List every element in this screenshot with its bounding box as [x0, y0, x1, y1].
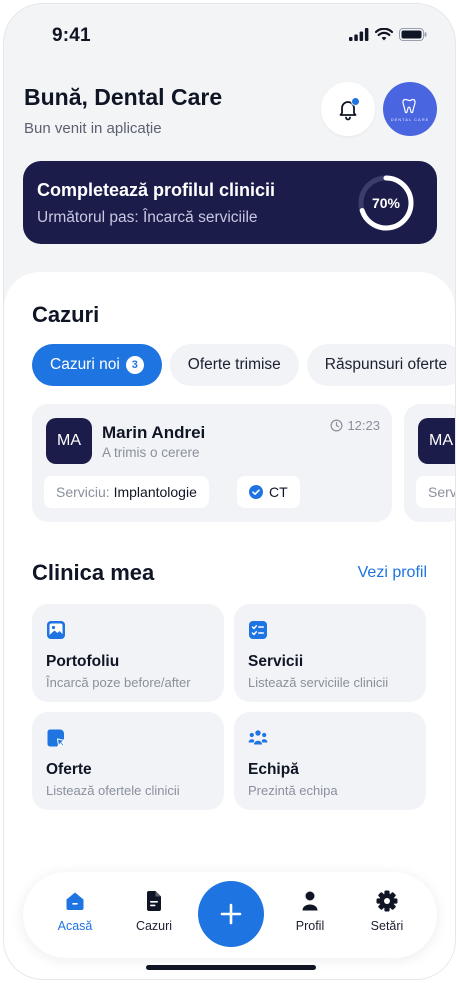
cellular-signal-icon	[349, 28, 369, 41]
tile-title: Echipă	[248, 761, 299, 778]
status-icons	[349, 28, 427, 41]
see-profile-link[interactable]: Vezi profil	[358, 564, 427, 582]
service-label: Serviciu:	[56, 484, 110, 500]
tile-subtitle: Încarcă poze before/after	[46, 675, 191, 690]
service-chip: Serv	[416, 476, 456, 508]
gear-icon	[376, 890, 398, 912]
tab-offer-replies[interactable]: Răspunsuri oferte	[306, 344, 455, 386]
clinic-section-title: Clinica mea	[32, 560, 155, 585]
tab-new-cases[interactable]: Cazuri noi 3	[32, 344, 162, 386]
progress-card-subtitle: Următorul pas: Încarcă serviciile	[37, 209, 258, 226]
cases-tabs: Cazuri noi 3 Oferte trimise Răspunsuri o…	[32, 344, 455, 386]
status-time: 9:41	[52, 25, 91, 46]
tile-subtitle: Listează serviciile clinicii	[248, 675, 389, 690]
tab-label: Răspunsuri oferte	[324, 356, 448, 373]
progress-card-title: Completează profilul clinicii	[37, 180, 276, 200]
avatar-brand-text: DENTAL CARE	[390, 116, 430, 122]
nav-label: Profil	[295, 919, 325, 933]
clinic-avatar[interactable]: DENTAL CARE	[383, 82, 437, 136]
bottom-navigation: Acasă Cazuri Profil Setări	[23, 872, 437, 958]
tag-label: CT	[269, 484, 288, 500]
tab-sent-offers[interactable]: Oferte trimise	[169, 344, 299, 386]
nav-label: Acasă	[57, 919, 93, 933]
tile-portfolio[interactable]: Portofoliu Încarcă poze before/after	[32, 604, 224, 702]
patient-initials-avatar: MA	[46, 418, 92, 464]
status-bar: 9:41	[4, 4, 455, 68]
notifications-button[interactable]	[321, 82, 375, 136]
cases-section-title: Cazuri	[32, 302, 100, 327]
user-icon	[302, 891, 318, 911]
case-timestamp: 12:23	[330, 418, 380, 433]
patient-name: Marin Andrei	[102, 423, 206, 442]
nav-home[interactable]: Acasă	[45, 890, 105, 933]
add-button[interactable]	[198, 881, 264, 947]
case-card[interactable]: MA Marin Andrei A trimis o cerere 12:23 …	[32, 404, 392, 522]
home-icon	[66, 892, 84, 910]
tile-subtitle: Prezintă echipa	[248, 783, 338, 798]
case-time-text: 12:23	[347, 418, 380, 433]
checklist-icon	[249, 621, 267, 639]
nav-cases[interactable]: Cazuri	[124, 890, 184, 933]
tooth-logo-icon	[402, 98, 416, 113]
wifi-icon	[375, 28, 393, 41]
service-value: Implantologie	[113, 484, 197, 500]
nav-settings[interactable]: Setări	[357, 890, 417, 933]
team-icon	[248, 730, 268, 745]
ct-tag-chip: CT	[237, 476, 300, 508]
tile-title: Oferte	[46, 761, 92, 778]
greeting-title: Bună, Dental Care	[24, 84, 223, 110]
profile-progress-card[interactable]: Completează profilul clinicii Următorul …	[23, 161, 437, 244]
greeting-subtitle: Bun venit in aplicație	[24, 120, 162, 137]
nav-label: Setări	[370, 919, 404, 933]
clock-icon	[330, 419, 343, 432]
tile-subtitle: Listează ofertele clinicii	[46, 783, 180, 798]
offer-icon	[47, 729, 66, 748]
phone-screen: 9:41 Bună, Dental Care Bun venit in apli…	[3, 3, 456, 980]
case-status: A trimis o cerere	[102, 445, 200, 460]
progress-percent: 70%	[371, 195, 401, 211]
tab-label: Oferte trimise	[187, 356, 281, 373]
tile-services[interactable]: Servicii Listează serviciile clinicii	[234, 604, 426, 702]
battery-icon	[399, 28, 427, 41]
service-chip: Serviciu: Implantologie	[44, 476, 209, 508]
notification-dot	[351, 97, 360, 106]
tile-team[interactable]: Echipă Prezintă echipa	[234, 712, 426, 810]
patient-initials-avatar: MA	[418, 418, 455, 464]
tile-title: Servicii	[248, 653, 304, 670]
case-card[interactable]: MA Serv	[404, 404, 456, 522]
service-label: Serv	[428, 484, 456, 500]
plus-icon	[220, 903, 242, 925]
document-icon	[147, 891, 161, 911]
check-badge-icon	[249, 485, 263, 499]
home-indicator	[146, 965, 316, 970]
tab-label: Cazuri noi	[50, 356, 120, 373]
tile-offers[interactable]: Oferte Listează ofertele clinicii	[32, 712, 224, 810]
image-icon	[47, 621, 65, 639]
nav-label: Cazuri	[135, 919, 173, 933]
tab-count-badge: 3	[125, 356, 144, 374]
tile-title: Portofoliu	[46, 653, 120, 670]
nav-profile[interactable]: Profil	[280, 890, 340, 933]
